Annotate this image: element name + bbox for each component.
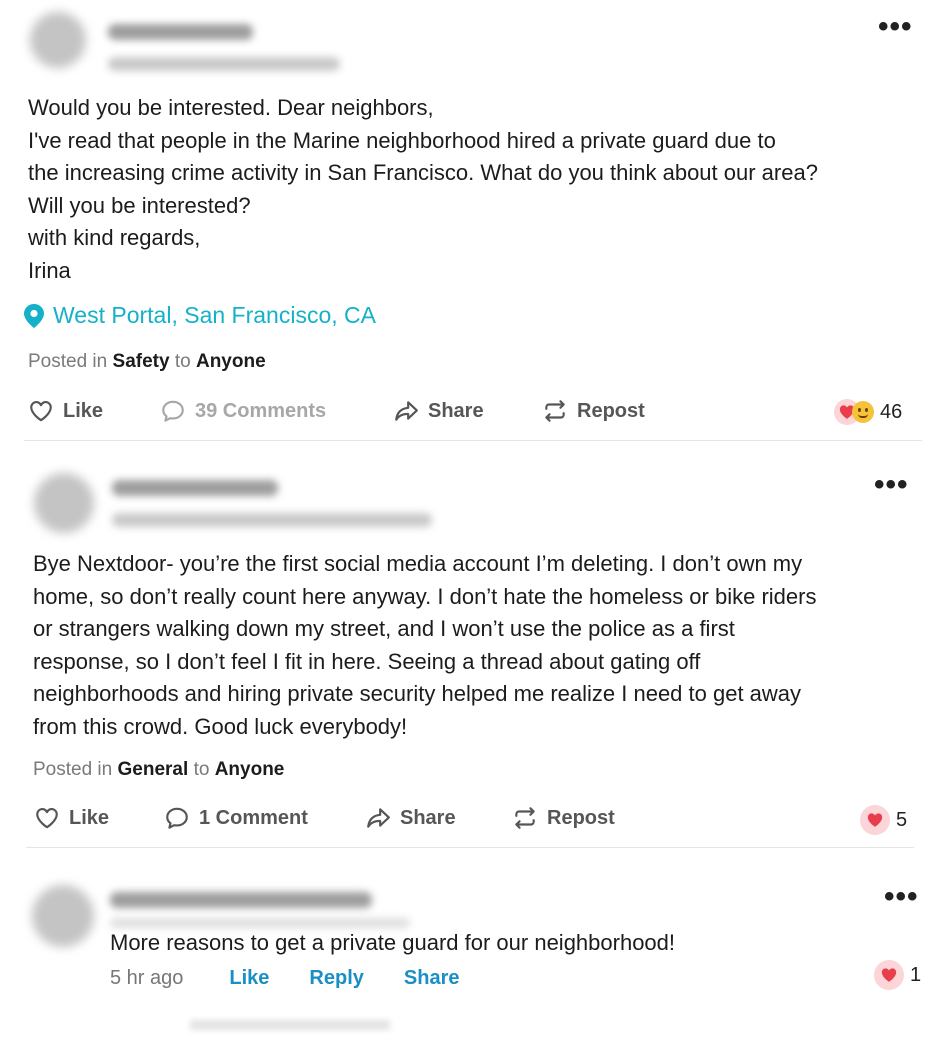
post-card: ••• Bye Nextdoor- you’re the first socia… bbox=[4, 458, 944, 860]
posted-prefix: Posted in bbox=[33, 759, 113, 780]
comment-reactions[interactable]: 1 bbox=[874, 960, 921, 990]
share-label: Share bbox=[400, 806, 456, 829]
smirk-emoji-icon bbox=[852, 401, 874, 423]
comment-time: 5 hr ago bbox=[110, 967, 184, 989]
next-comment-cutoff bbox=[190, 1020, 390, 1030]
comment-card: ••• More reasons to get a private guard … bbox=[6, 872, 952, 1041]
repost-button[interactable]: Repost bbox=[512, 805, 615, 831]
repost-button[interactable]: Repost bbox=[542, 398, 645, 424]
audience-label[interactable]: Anyone bbox=[215, 759, 285, 780]
posted-in: Posted in General to Anyone bbox=[33, 759, 284, 781]
comments-button[interactable]: 39 Comments bbox=[160, 398, 326, 424]
reactions-summary[interactable]: 5 bbox=[860, 805, 907, 835]
comment-bubble-icon bbox=[162, 400, 184, 422]
share-label: Share bbox=[428, 399, 484, 422]
comments-label: 39 Comments bbox=[195, 399, 327, 422]
comments-label: 1 Comment bbox=[199, 806, 308, 829]
comment-share-button[interactable]: Share bbox=[404, 967, 460, 990]
reaction-count: 46 bbox=[880, 400, 903, 423]
location-label: West Portal, San Francisco, CA bbox=[53, 302, 376, 328]
author-meta bbox=[108, 57, 340, 71]
heart-outline-icon bbox=[30, 401, 52, 422]
author-avatar[interactable] bbox=[34, 473, 94, 533]
repost-icon bbox=[515, 807, 535, 829]
share-button[interactable]: Share bbox=[393, 398, 484, 424]
commenter-meta-blur bbox=[110, 918, 410, 928]
like-button[interactable]: Like bbox=[34, 805, 109, 831]
comments-button[interactable]: 1 Comment bbox=[164, 805, 308, 831]
commenter-name[interactable] bbox=[110, 892, 372, 908]
repost-icon bbox=[545, 400, 565, 422]
category-link[interactable]: Safety bbox=[113, 351, 170, 372]
heart-icon bbox=[874, 960, 904, 990]
more-options-icon[interactable]: ••• bbox=[878, 12, 913, 42]
like-label: Like bbox=[69, 806, 110, 829]
post-body: Bye Nextdoor- you’re the first social me… bbox=[33, 551, 817, 739]
share-button[interactable]: Share bbox=[365, 805, 456, 831]
author-avatar[interactable] bbox=[30, 12, 86, 68]
post-divider bbox=[26, 847, 914, 848]
like-button[interactable]: Like bbox=[28, 398, 103, 424]
comment-like-button[interactable]: Like bbox=[229, 967, 269, 990]
reaction-count: 5 bbox=[896, 808, 908, 831]
posted-in: Posted in Safety to Anyone bbox=[28, 351, 266, 373]
post-body: Would you be interested. Dear neighbors,… bbox=[28, 95, 818, 283]
posted-to: to bbox=[193, 759, 210, 780]
comment-actions: 5 hr ago Like Reply Share bbox=[110, 967, 499, 990]
posted-prefix: Posted in bbox=[28, 351, 108, 372]
like-label: Like bbox=[63, 399, 104, 422]
commenter-avatar[interactable] bbox=[32, 885, 94, 947]
author-name[interactable] bbox=[112, 480, 278, 496]
comment-reply-button[interactable]: Reply bbox=[309, 967, 363, 990]
comment-bubble-icon bbox=[166, 807, 188, 829]
heart-outline-icon bbox=[36, 808, 58, 829]
post-location[interactable]: West Portal, San Francisco, CA bbox=[24, 302, 376, 329]
author-meta bbox=[112, 513, 432, 527]
category-link[interactable]: General bbox=[118, 759, 189, 780]
posted-to: to bbox=[174, 351, 191, 372]
audience-label[interactable]: Anyone bbox=[196, 351, 266, 372]
share-arrow-icon bbox=[367, 808, 390, 828]
reactions-summary[interactable]: 46 bbox=[834, 399, 902, 425]
post-divider bbox=[24, 440, 922, 441]
location-pin-icon bbox=[24, 303, 44, 328]
repost-label: Repost bbox=[577, 399, 645, 422]
post-card: ••• Would you be interested. Dear neighb… bbox=[0, 0, 952, 442]
more-options-icon[interactable]: ••• bbox=[884, 882, 919, 912]
heart-icon bbox=[860, 805, 890, 835]
share-arrow-icon bbox=[395, 401, 418, 421]
comment-text: More reasons to get a private guard for … bbox=[110, 930, 676, 955]
more-options-icon[interactable]: ••• bbox=[874, 470, 909, 500]
repost-label: Repost bbox=[547, 806, 615, 829]
author-name[interactable] bbox=[108, 24, 253, 40]
reaction-count: 1 bbox=[910, 963, 922, 986]
